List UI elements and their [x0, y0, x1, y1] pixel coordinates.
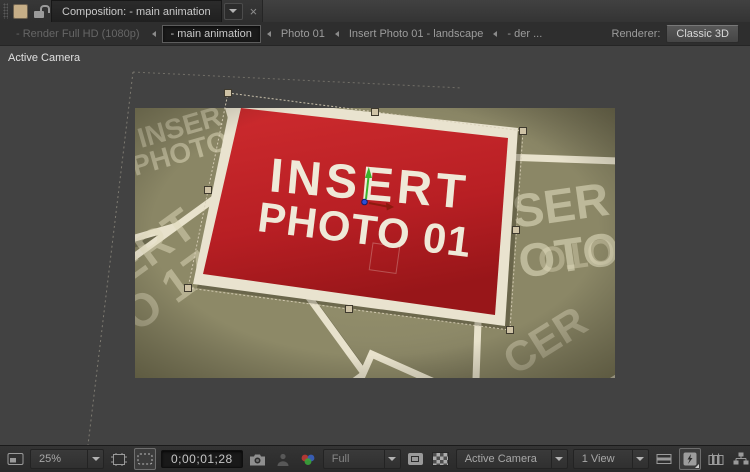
comp-artwork: INSER PHOTO ERT O 17 SER OTO CER OTO INS…: [135, 108, 615, 378]
view-layout-value: 1 View: [574, 453, 632, 465]
chevron-down-icon: [555, 457, 563, 461]
toggle-mask-visibility-button[interactable]: [134, 448, 156, 470]
tab-close-button[interactable]: ×: [245, 0, 263, 22]
after-effects-composition-panel: Composition: - main animation × - Render…: [0, 0, 750, 472]
renderer-label: Renderer:: [612, 28, 667, 40]
comp-render-canvas[interactable]: INSER PHOTO ERT O 17 SER OTO CER OTO INS…: [135, 108, 615, 378]
menu-corner-icon: [695, 464, 699, 468]
empty-tab-well: [262, 0, 750, 22]
checkerboard-icon: [432, 452, 449, 466]
take-snapshot-button[interactable]: [248, 449, 268, 469]
fast-previews-button[interactable]: [679, 448, 701, 470]
crumb-der[interactable]: - der ...: [507, 28, 542, 40]
grid-and-guides-button[interactable]: [109, 449, 129, 469]
region-of-interest-button[interactable]: [406, 449, 426, 469]
current-time-field[interactable]: 0;00;01;28: [161, 450, 243, 468]
view-layout-dropdown[interactable]: 1 View: [573, 449, 649, 469]
composition-flowchart-button[interactable]: [731, 449, 750, 469]
3d-view-dropdown[interactable]: Active Camera: [456, 449, 568, 469]
tab-title: Composition: - main animation: [62, 6, 211, 18]
pixel-aspect-correction-button[interactable]: [654, 449, 674, 469]
active-camera-label: Active Camera: [8, 52, 80, 64]
renderer-button[interactable]: Classic 3D: [666, 25, 739, 43]
crumb-arrow-icon: [493, 31, 497, 37]
toggle-transparency-grid-button[interactable]: [431, 449, 451, 469]
chevron-down-icon: [388, 457, 396, 461]
crumb-photo-01[interactable]: Photo 01: [281, 28, 325, 40]
chevron-down-icon: [229, 9, 237, 13]
panel-tab-bar: Composition: - main animation ×: [0, 0, 750, 22]
crumb-arrow-icon: [335, 31, 339, 37]
layer-wireframe-edge: [88, 72, 133, 445]
panel-color-swatch-icon: [13, 4, 28, 19]
tab-composition[interactable]: Composition: - main animation: [51, 0, 222, 22]
region-of-interest-icon: [408, 453, 423, 465]
vignette: [135, 108, 615, 378]
magnification-dropdown[interactable]: 25%: [30, 449, 104, 469]
crumb-render-full-hd[interactable]: - Render Full HD (1080p): [16, 28, 140, 40]
composition-viewport[interactable]: Active Camera: [0, 46, 750, 445]
resolution-dropdown[interactable]: Full: [323, 449, 401, 469]
show-snapshot-button[interactable]: [273, 449, 293, 469]
handle-top-left[interactable]: [225, 90, 232, 97]
panel-grip-handle[interactable]: [3, 3, 8, 19]
chevron-down-icon: [92, 457, 100, 461]
always-preview-this-view-button[interactable]: [5, 449, 25, 469]
resolution-value: Full: [324, 453, 384, 465]
viewer-toolbar: 25% 0;00;01;28 Full: [0, 445, 750, 472]
magnification-value: 25%: [31, 453, 87, 465]
crumb-main-animation[interactable]: - main animation: [162, 25, 261, 43]
show-channel-settings-button[interactable]: [298, 449, 318, 469]
crumb-arrow-icon: [267, 31, 271, 37]
tab-dropdown-button[interactable]: [224, 3, 243, 20]
crumb-insert-photo-01-landscape[interactable]: Insert Photo 01 - landscape: [349, 28, 484, 40]
composition-navigator-bar: - Render Full HD (1080p) - main animatio…: [0, 22, 750, 46]
chevron-down-icon: [636, 457, 644, 461]
viewer-unlock-icon[interactable]: [33, 4, 49, 19]
3d-view-value: Active Camera: [457, 453, 551, 465]
timeline-button[interactable]: [706, 449, 726, 469]
crumb-arrow-icon: [152, 31, 156, 37]
layer-wireframe-edge: [133, 72, 462, 88]
